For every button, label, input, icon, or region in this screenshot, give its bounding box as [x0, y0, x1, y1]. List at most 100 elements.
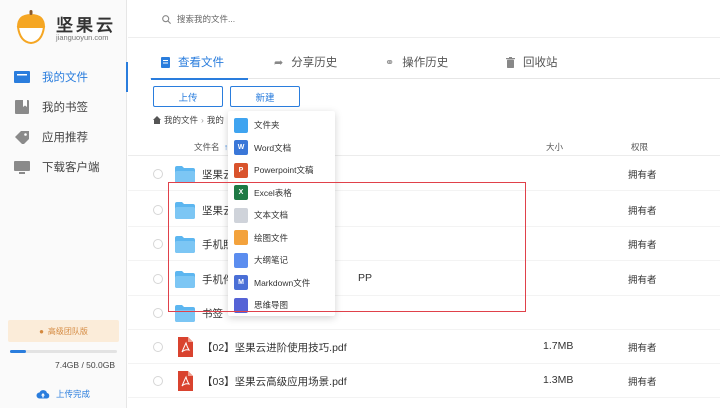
- share-icon: ➦: [274, 56, 284, 69]
- file-name[interactable]: 【03】坚果云高级应用场景.pdf: [202, 374, 347, 389]
- ppt-icon: P: [234, 162, 248, 178]
- row-checkbox[interactable]: [153, 342, 163, 352]
- file-permission: 拥有者: [628, 240, 657, 251]
- tab-label: 分享历史: [291, 57, 338, 69]
- menu-item-drawing[interactable]: 绘图文件: [228, 227, 335, 249]
- bookmark-icon: [15, 100, 29, 114]
- row-checkbox[interactable]: [153, 169, 163, 179]
- table-row[interactable]: 手机件 PP 拥有者: [128, 262, 720, 296]
- sidebar-item-my-files[interactable]: 我的文件: [0, 62, 128, 92]
- sidebar-item-apps[interactable]: 应用推荐: [0, 122, 127, 152]
- table-row[interactable]: 手机照 拥有者: [128, 227, 720, 261]
- file-permission: 拥有者: [628, 275, 657, 286]
- history-icon: ⚭: [385, 56, 395, 69]
- outline-icon: [234, 252, 248, 268]
- row-checkbox[interactable]: [153, 205, 163, 215]
- menu-item-label: 文件夹: [254, 120, 280, 130]
- menu-item-ppt[interactable]: P Powerpoint文稿: [228, 159, 335, 181]
- menu-item-label: Powerpoint文稿: [254, 165, 314, 175]
- breadcrumb-root[interactable]: 我的文件: [164, 114, 198, 126]
- upgrade-label: 高级团队版: [47, 326, 88, 336]
- tab-recycle-bin[interactable]: 回收站: [506, 45, 558, 79]
- drawing-icon: [234, 230, 248, 245]
- excel-icon: X: [234, 185, 248, 200]
- row-checkbox[interactable]: [153, 308, 163, 318]
- table-row[interactable]: 书签: [128, 296, 720, 330]
- sidebar-item-label: 下载客户端: [42, 162, 100, 174]
- column-size-header[interactable]: 大小: [546, 141, 563, 153]
- row-checkbox[interactable]: [153, 239, 163, 249]
- file-size: 1.3MB: [543, 374, 574, 386]
- quota-bar-fill: [10, 350, 26, 353]
- upload-status[interactable]: 上传完成: [36, 388, 90, 400]
- file-name-tail: PP: [358, 272, 373, 284]
- menu-item-label: 绘图文件: [254, 232, 289, 243]
- menu-item-outline[interactable]: 大纲笔记: [228, 249, 335, 271]
- new-dropdown-menu: 文件夹 W Word文档 P Powerpoint文稿 X Excel表格 文本文档绘图文件大…: [228, 111, 335, 316]
- markdown-icon: M: [234, 275, 248, 290]
- folder-icon: [175, 271, 195, 288]
- menu-item-word[interactable]: W Word文档: [228, 137, 335, 159]
- table-row[interactable]: 坚果云 拥有者: [128, 157, 720, 191]
- tab-operation-history[interactable]: ⚭ 操作历史: [385, 45, 448, 79]
- cloud-upload-icon: [36, 390, 50, 399]
- menu-item-mindmap[interactable]: 思维导图: [228, 294, 335, 316]
- menu-item-folder[interactable]: 文件夹: [228, 114, 335, 136]
- file-size: 1.7MB: [543, 340, 574, 352]
- menu-item-label: Markdown文件: [254, 277, 311, 288]
- file-name[interactable]: 书签: [202, 306, 223, 321]
- menu-item-label: Word文档: [254, 142, 292, 153]
- column-permission-header[interactable]: 权限: [631, 141, 648, 153]
- menu-item-text-doc[interactable]: 文本文档: [228, 204, 335, 226]
- breadcrumb-current[interactable]: 我的: [207, 114, 224, 126]
- quota-bar: [10, 350, 117, 353]
- file-permission: 拥有者: [628, 206, 657, 217]
- breadcrumb: 我的文件 › 我的: [153, 114, 224, 126]
- sidebar-item-label: 我的文件: [42, 72, 88, 84]
- upload-button[interactable]: 上传: [153, 86, 223, 107]
- menu-item-label: 大纲笔记: [254, 255, 289, 265]
- table-row[interactable]: 坚果云 拥有者: [128, 193, 720, 227]
- file-icon: [161, 56, 170, 68]
- upgrade-button[interactable]: ● 高级团队版: [8, 320, 119, 342]
- menu-item-label: Excel表格: [254, 187, 292, 198]
- tab-share-history[interactable]: ➦ 分享历史: [274, 45, 337, 79]
- sidebar-item-label: 应用推荐: [42, 132, 88, 144]
- column-name-header[interactable]: 文件名 ↑: [194, 141, 228, 153]
- tab-view-files[interactable]: 查看文件: [151, 45, 248, 80]
- search-input[interactable]: 搜索我的文件...: [162, 10, 462, 28]
- sidebar-item-label: 我的书签: [42, 102, 88, 114]
- folder-icon: [175, 305, 195, 322]
- tab-label: 回收站: [523, 57, 558, 69]
- menu-item-excel[interactable]: X Excel表格: [228, 182, 335, 204]
- folder-icon: [175, 166, 195, 183]
- table-row[interactable]: 【03】坚果云高级应用场景.pdf 1.3MB 拥有者: [128, 364, 720, 398]
- tab-bar: 查看文件 ➦ 分享历史 ⚭ 操作历史 回收站: [150, 45, 720, 80]
- nut-logo-icon: [16, 10, 46, 44]
- sidebar-item-bookmarks[interactable]: 我的书签: [0, 92, 127, 122]
- pdf-icon: [178, 371, 193, 391]
- file-permission: 拥有者: [628, 377, 657, 388]
- tab-label: 操作历史: [402, 57, 449, 69]
- file-permission: 拥有者: [628, 170, 657, 181]
- menu-item-label: 文本文档: [254, 210, 289, 220]
- search-placeholder: 搜索我的文件...: [177, 14, 236, 24]
- trash-icon: [506, 56, 515, 68]
- brand-subtitle: jianguoyun.com: [56, 33, 109, 42]
- row-checkbox[interactable]: [153, 274, 163, 284]
- logo[interactable]: 坚果云 jianguoyun.com: [12, 8, 122, 48]
- table-header: 文件名 ↑ 大小 权限: [128, 136, 720, 156]
- file-permission: 拥有者: [628, 343, 657, 354]
- menu-item-markdown[interactable]: M Markdown文件: [228, 272, 335, 294]
- folder-icon: [175, 202, 195, 219]
- home-icon: [153, 116, 161, 124]
- sidebar-item-download-client[interactable]: 下载客户端: [0, 152, 127, 182]
- tag-icon: [15, 131, 29, 144]
- quota-text: 7.4GB / 50.0GB: [54, 360, 115, 370]
- folder-icon: [175, 236, 195, 253]
- file-name[interactable]: 【02】坚果云进阶使用技巧.pdf: [202, 340, 347, 355]
- row-checkbox[interactable]: [153, 376, 163, 386]
- column-name-label: 文件名: [194, 142, 220, 152]
- table-row[interactable]: 【02】坚果云进阶使用技巧.pdf 1.7MB 拥有者: [128, 330, 720, 364]
- new-button[interactable]: 新建: [230, 86, 300, 107]
